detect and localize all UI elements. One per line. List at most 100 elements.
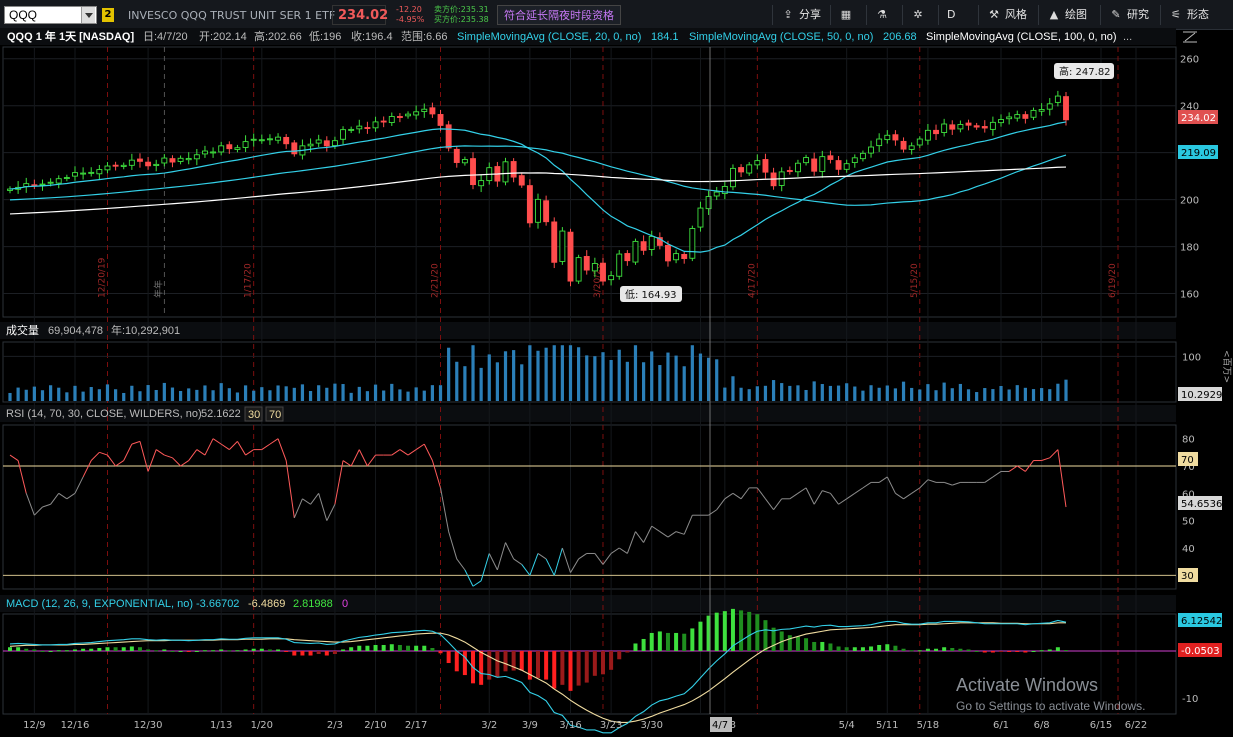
rsi-panel[interactable] bbox=[2, 424, 1177, 590]
macd-histogram-bar bbox=[446, 651, 451, 664]
rsi-ob-tag: 70 bbox=[1178, 452, 1198, 466]
macd-histogram-bar bbox=[633, 643, 638, 651]
x-tick-label: 5/11 bbox=[876, 720, 898, 731]
macd-histogram-bar bbox=[909, 650, 914, 652]
macd-histogram-bar bbox=[97, 647, 102, 651]
volume-bar bbox=[341, 384, 345, 401]
cursor-icon: ▲ bbox=[1049, 8, 1059, 21]
macd-histogram-bar bbox=[609, 651, 614, 670]
macd-histogram-bar bbox=[828, 643, 833, 651]
candle-body bbox=[96, 169, 103, 175]
macd-histogram-bar bbox=[89, 648, 94, 651]
macd-histogram-bar bbox=[137, 647, 142, 651]
sma50-value: 206.68 bbox=[883, 31, 917, 43]
volume-bar bbox=[365, 391, 370, 401]
candle-body bbox=[575, 257, 582, 282]
candle-body bbox=[72, 172, 78, 177]
calendar-button[interactable]: ▦ bbox=[830, 5, 857, 25]
macd-histogram-bar bbox=[982, 651, 987, 653]
volume-bar bbox=[463, 366, 467, 401]
candle-body bbox=[746, 164, 753, 174]
sma50-label[interactable]: SimpleMovingAvg (CLOSE, 50, 0, no) bbox=[689, 31, 873, 43]
svg-text:30: 30 bbox=[1181, 571, 1194, 582]
macd-histogram-bar bbox=[381, 644, 386, 651]
patterns-button[interactable]: ⚟ 形态 bbox=[1160, 5, 1209, 25]
candle-body bbox=[648, 236, 655, 250]
volume-bar bbox=[40, 390, 45, 401]
aggregation-button[interactable]: D bbox=[938, 5, 974, 25]
volume-bar bbox=[57, 387, 61, 401]
macd-histogram-bar bbox=[170, 651, 175, 652]
macd-histogram-bar bbox=[276, 649, 281, 651]
macd-zero: 0 bbox=[342, 598, 348, 610]
macd-histogram-bar bbox=[349, 647, 354, 651]
macd-histogram-bar bbox=[544, 651, 549, 680]
candle-body bbox=[583, 256, 590, 271]
link-group-badge[interactable]: 2 bbox=[102, 8, 114, 22]
bid-price: 卖方价:235.31 bbox=[434, 5, 489, 14]
candle-body bbox=[730, 167, 736, 188]
aggregation-label: D bbox=[947, 8, 956, 21]
candle-body bbox=[762, 159, 769, 173]
sma100-label[interactable]: SimpleMovingAvg (CLOSE, 100, 0, no) bbox=[926, 31, 1117, 43]
candle-body bbox=[104, 165, 111, 171]
candle-body bbox=[145, 161, 152, 167]
studies-button[interactable]: ✎ 研究 bbox=[1100, 5, 1149, 25]
macd-histogram-bar bbox=[519, 651, 524, 671]
rsi-label[interactable]: RSI (14, 70, 30, CLOSE, WILDERS, no) bbox=[6, 408, 202, 420]
candle-body bbox=[177, 157, 184, 162]
candle-body bbox=[470, 158, 476, 186]
candle-body bbox=[1038, 109, 1045, 112]
macd-label[interactable]: MACD (12, 26, 9, EXPONENTIAL, no) bbox=[6, 598, 193, 610]
candle-body bbox=[665, 244, 671, 262]
macd-histogram-bar bbox=[820, 641, 825, 651]
studies-icon: ✎ bbox=[1111, 8, 1121, 21]
more-studies[interactable]: ... bbox=[1123, 31, 1132, 43]
macd-histogram-bar bbox=[495, 651, 500, 678]
candle-body bbox=[47, 181, 54, 184]
volume-bar bbox=[81, 391, 85, 401]
candle-body bbox=[535, 198, 541, 223]
macd-histogram-bar bbox=[462, 651, 467, 676]
chart-area[interactable]: 260240220200180160 12/20/191/17/202/21/2… bbox=[0, 26, 1233, 737]
candle-body bbox=[55, 178, 62, 184]
eth-eligibility-badge[interactable]: 符合延长隔夜时段资格 bbox=[497, 5, 621, 25]
candle-body bbox=[169, 158, 176, 163]
volume-bar bbox=[869, 385, 873, 401]
macd-histogram-bar bbox=[893, 645, 898, 651]
macd-histogram-bar bbox=[292, 651, 297, 656]
macd-histogram-bar bbox=[747, 611, 752, 651]
macd-histogram-bar bbox=[64, 650, 69, 652]
volume-bar bbox=[357, 386, 361, 401]
volume-bar bbox=[414, 387, 418, 401]
bid-ask: 卖方价:235.31 买方价:235.38 bbox=[434, 5, 489, 25]
price-panel[interactable] bbox=[2, 46, 1177, 318]
volume-bar bbox=[520, 364, 524, 401]
volume-title: 成交量 bbox=[6, 323, 39, 337]
share-button[interactable]: ⇪ 分享 bbox=[772, 5, 821, 25]
flask-button[interactable]: ⚗ bbox=[866, 5, 893, 25]
patterns-label: 形态 bbox=[1187, 8, 1209, 21]
volume-bar bbox=[1015, 385, 1019, 401]
macd-histogram-bar bbox=[812, 641, 817, 651]
volume-bar bbox=[422, 390, 426, 401]
chart-tools-icon[interactable] bbox=[1183, 31, 1197, 43]
drawing-label: 绘图 bbox=[1065, 8, 1087, 21]
year-marker: 年年 bbox=[152, 280, 164, 298]
candle-body bbox=[275, 136, 282, 141]
macd-histogram-bar bbox=[844, 647, 849, 651]
drawing-button[interactable]: ▲ 绘图 bbox=[1038, 5, 1087, 25]
sma20-label[interactable]: SimpleMovingAvg (CLOSE, 20, 0, no) bbox=[457, 31, 641, 43]
symbol-dropdown-button[interactable] bbox=[81, 7, 95, 23]
volume-bar bbox=[373, 384, 378, 401]
rsi-os-tag: 30 bbox=[1178, 568, 1198, 582]
volume-bar bbox=[276, 385, 280, 401]
candle-body bbox=[876, 138, 883, 147]
volume-bar bbox=[219, 383, 223, 401]
macd-histogram-bar bbox=[24, 648, 29, 651]
macd-histogram-bar bbox=[113, 647, 118, 651]
macd-histogram-bar bbox=[584, 651, 589, 683]
style-button[interactable]: ⚒ 风格 bbox=[978, 5, 1027, 25]
macd-histogram-bar bbox=[186, 651, 191, 652]
settings-button[interactable]: ✲ bbox=[902, 5, 929, 25]
